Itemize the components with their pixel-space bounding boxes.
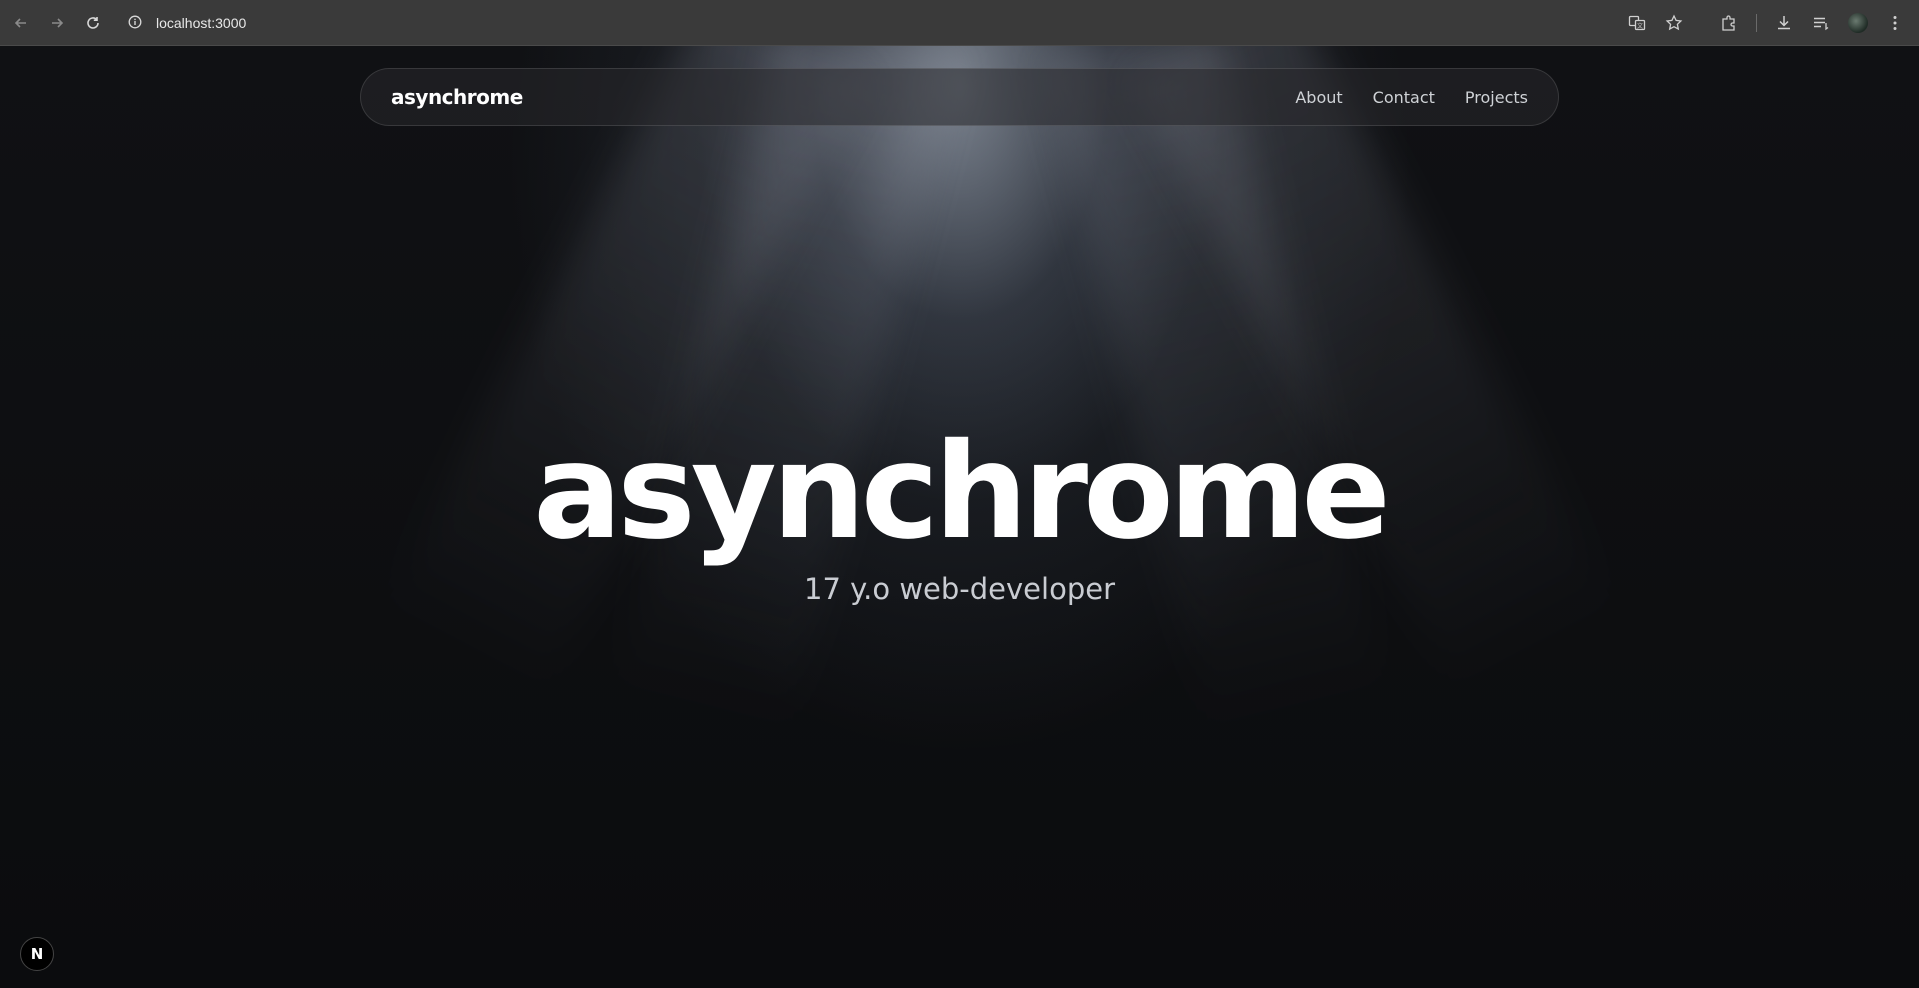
- nav-links: About Contact Projects: [1295, 88, 1528, 107]
- back-arrow-icon[interactable]: [10, 12, 32, 34]
- svg-text:文: 文: [1637, 22, 1643, 30]
- nextjs-logo-icon: N: [30, 945, 44, 963]
- url-text[interactable]: localhost:3000: [156, 15, 246, 31]
- hero-title: asynchrome: [533, 415, 1391, 569]
- reload-icon[interactable]: [82, 12, 104, 34]
- forward-arrow-icon[interactable]: [46, 12, 68, 34]
- page-viewport: asynchrome About Contact Projects asynch…: [0, 46, 1919, 988]
- nav-link-about[interactable]: About: [1295, 88, 1342, 107]
- profile-avatar[interactable]: [1848, 13, 1868, 33]
- more-menu-icon[interactable]: [1885, 13, 1905, 33]
- browser-toolbar: localhost:3000 文: [0, 0, 1919, 46]
- hero-subtitle: 17 y.o web-developer: [804, 572, 1115, 606]
- nav-link-projects[interactable]: Projects: [1465, 88, 1528, 107]
- address-bar[interactable]: localhost:3000: [128, 12, 246, 34]
- bookmark-star-icon[interactable]: [1664, 13, 1684, 33]
- nav-link-contact[interactable]: Contact: [1373, 88, 1435, 107]
- download-icon[interactable]: [1774, 13, 1794, 33]
- toolbar-divider: [1756, 14, 1757, 32]
- site-navbar: asynchrome About Contact Projects: [360, 68, 1559, 126]
- translate-icon[interactable]: 文: [1627, 13, 1647, 33]
- site-logo[interactable]: asynchrome: [391, 85, 523, 109]
- extensions-icon[interactable]: [1719, 13, 1739, 33]
- reading-list-icon[interactable]: [1811, 13, 1831, 33]
- site-info-icon[interactable]: [128, 14, 142, 33]
- nextjs-dev-badge[interactable]: N: [20, 937, 54, 971]
